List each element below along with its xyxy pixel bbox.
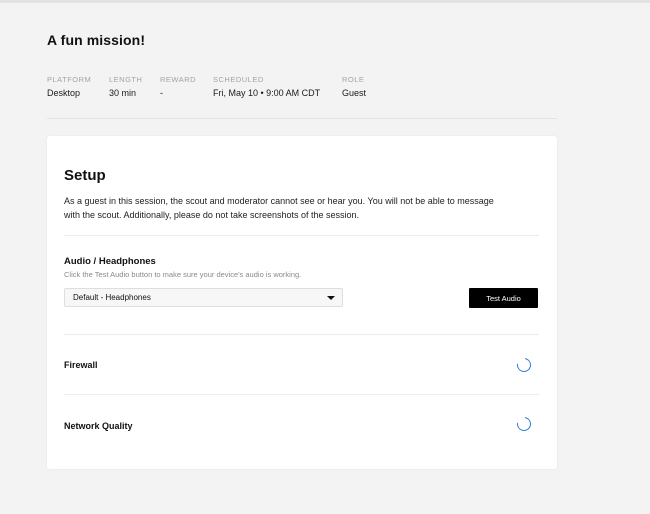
meta-length: LENGTH 30 min [109, 75, 160, 99]
audio-section-title: Audio / Headphones [64, 256, 156, 267]
top-strip [0, 0, 650, 3]
mission-meta: PLATFORM Desktop LENGTH 30 min REWARD - … [47, 75, 392, 99]
meta-scheduled: SCHEDULED Fri, May 10 • 9:00 AM CDT [213, 75, 342, 99]
firewall-check-label: Firewall [64, 360, 98, 370]
meta-role-label: ROLE [342, 75, 365, 84]
divider [64, 334, 539, 335]
header-divider [47, 118, 557, 119]
audio-device-select[interactable]: Default - Headphones [64, 288, 343, 307]
chevron-down-icon [327, 296, 335, 300]
divider [64, 394, 539, 395]
test-audio-button[interactable]: Test Audio [469, 288, 538, 308]
meta-platform-value: Desktop [47, 88, 81, 98]
divider [64, 235, 539, 236]
meta-platform-label: PLATFORM [47, 75, 92, 84]
audio-section-hint: Click the Test Audio button to make sure… [64, 270, 302, 279]
meta-length-label: LENGTH [109, 75, 143, 84]
meta-length-value: 30 min [109, 88, 137, 98]
audio-device-select-value: Default - Headphones [73, 293, 151, 302]
meta-reward: REWARD - [160, 75, 213, 99]
meta-reward-value: - [160, 88, 163, 98]
loading-spinner-icon [514, 355, 534, 375]
meta-reward-label: REWARD [160, 75, 197, 84]
setup-description: As a guest in this session, the scout an… [64, 196, 494, 220]
loading-spinner-icon [514, 414, 534, 434]
setup-card: Setup As a guest in this session, the sc… [47, 136, 557, 469]
meta-role: ROLE Guest [342, 75, 392, 99]
meta-scheduled-label: SCHEDULED [213, 75, 264, 84]
meta-scheduled-value: Fri, May 10 • 9:00 AM CDT [213, 88, 321, 98]
meta-role-value: Guest [342, 88, 367, 98]
mission-title: A fun mission! [47, 32, 146, 48]
setup-title: Setup [64, 167, 106, 184]
network-quality-check-label: Network Quality [64, 421, 133, 431]
meta-platform: PLATFORM Desktop [47, 75, 109, 99]
